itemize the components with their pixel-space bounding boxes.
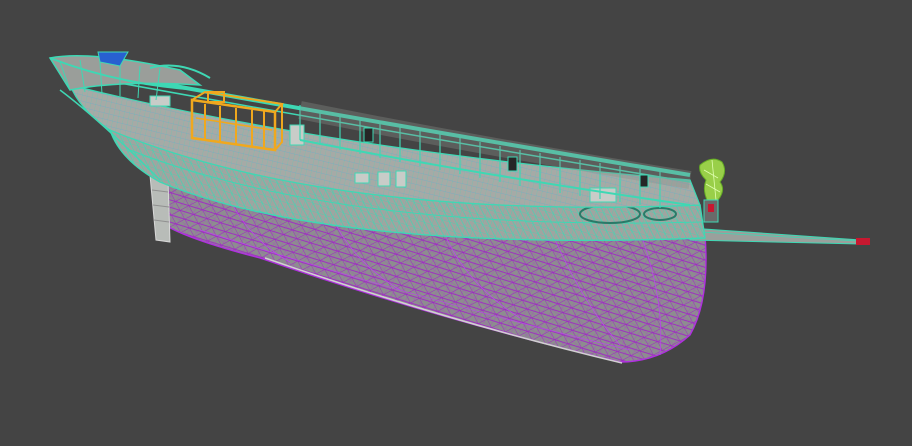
ship-model-render[interactable] bbox=[0, 0, 912, 446]
bowsprit-tip-selection bbox=[856, 238, 870, 245]
figurehead[interactable] bbox=[699, 158, 726, 223]
deck-hatch bbox=[354, 172, 370, 184]
gun-port bbox=[363, 127, 374, 143]
bowsprit[interactable] bbox=[689, 227, 870, 245]
deck-hatch bbox=[395, 170, 407, 188]
gun-port bbox=[507, 156, 518, 172]
gun-port bbox=[639, 174, 649, 188]
deck-hatch bbox=[377, 171, 391, 187]
3d-viewport[interactable] bbox=[0, 0, 912, 446]
